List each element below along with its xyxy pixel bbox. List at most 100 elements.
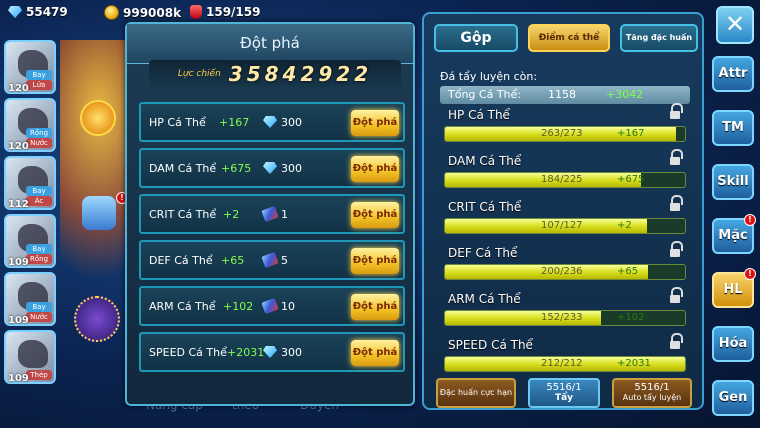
stat-value: 200/236 [541, 266, 583, 277]
tab-transform[interactable]: Hóa [712, 326, 754, 362]
lock-icon[interactable] [670, 149, 683, 166]
wash-count: 5516/1 [546, 382, 582, 393]
cost-value: 300 [281, 346, 302, 359]
gold-value: 999008k [123, 5, 182, 20]
stat-name: SPEED Cá Thể [149, 346, 227, 359]
gem-icon [263, 346, 277, 358]
breakthrough-button[interactable]: Đột phá [351, 294, 399, 320]
stat-name: DEF Cá Thể [149, 254, 213, 267]
stat-name: SPEED Cá Thể [448, 338, 533, 352]
breakthrough-button[interactable]: Đột phá [351, 340, 399, 366]
hero-tag: Bay [26, 70, 52, 80]
hero-level: 120 [8, 83, 29, 94]
wash-label: Tẩy [554, 393, 574, 403]
stat-name: CRIT Cá Thể [149, 208, 217, 221]
stat-name: ARM Cá Thể [448, 292, 521, 306]
stat-bonus: +102 [617, 312, 645, 323]
stat-bonus: +2031 [227, 346, 265, 359]
stat-name: ARM Cá Thể [149, 300, 216, 313]
hero-tag: Nước [26, 312, 52, 322]
cost-value: 1 [281, 208, 288, 221]
tab-special-training[interactable]: Tăng đặc huấn [620, 24, 698, 52]
pet-icon[interactable] [80, 100, 116, 136]
stat-name: DAM Cá Thể [149, 162, 217, 175]
lock-icon[interactable] [670, 103, 683, 120]
auto-wash-button[interactable]: 5516/1 Auto tẩy luyện [612, 378, 692, 408]
lock-icon[interactable] [670, 195, 683, 212]
stat-bonus: +2 [617, 220, 632, 231]
tab-gen[interactable]: Gen [712, 380, 754, 416]
breakthrough-row: DAM Cá Thể +675 300 Đột phá [139, 148, 405, 188]
stat-row: CRIT Cá Thể 107/127 +2 [442, 195, 690, 242]
power-value: 35842922 [228, 62, 373, 86]
special-training-button[interactable]: Đặc huấn cực hạn [436, 378, 516, 408]
stat-name: DEF Cá Thể [448, 246, 518, 260]
hero-card[interactable]: Bay Nước 109 [4, 272, 56, 326]
hero-tag: Rồng [26, 254, 52, 264]
stat-bonus: +167 [617, 128, 645, 139]
hero-level: 112 [8, 199, 29, 210]
combat-power: Lực chiến 35842922 [149, 60, 401, 88]
stat-row: ARM Cá Thể 152/233 +102 [442, 287, 690, 334]
auto-label: Auto tẩy luyện [622, 393, 682, 402]
stat-value: 107/127 [541, 220, 583, 231]
gem-icon [8, 6, 22, 18]
breakthrough-button[interactable]: Đột phá [351, 202, 399, 228]
breakthrough-button[interactable]: Đột phá [351, 248, 399, 274]
hero-card[interactable]: Bay Rồng 109 [4, 214, 56, 268]
gem-wheel-icon[interactable] [74, 296, 120, 342]
hero-tag: Lửa [26, 80, 52, 90]
stat-name: DAM Cá Thể [448, 154, 522, 168]
stat-bar: 200/236 +65 [444, 264, 686, 280]
hero-card[interactable]: Rồng Nước 120 [4, 98, 56, 152]
total-bar: Tổng Cá Thể: 1158 +3042 [440, 86, 690, 104]
lock-icon[interactable] [670, 241, 683, 258]
hero-tag: Thép [26, 370, 52, 380]
cost-value: 300 [281, 162, 302, 175]
hero-level: 120 [8, 141, 29, 152]
cost-value: 300 [281, 116, 302, 129]
breakthrough-panel: Đột phá Lực chiến 35842922 HP Cá Thể +16… [125, 22, 415, 406]
remaining-label: Đá tẩy luyện còn: [440, 70, 538, 83]
wash-button[interactable]: 5516/1 Tẩy [528, 378, 600, 408]
stat-bar: 263/273 +167 [444, 126, 686, 142]
tab-attr[interactable]: Attr [712, 56, 754, 92]
hero-tag: Rồng [26, 128, 52, 138]
hero-card[interactable]: Bay Ác 112 [4, 156, 56, 210]
coin-icon [104, 5, 119, 20]
stat-bar: 184/225 +675 [444, 172, 686, 188]
stat-bonus: +65 [221, 254, 245, 267]
tab-individual-points[interactable]: Điểm cá thể [528, 24, 610, 52]
hero-tag: Nước [26, 138, 52, 148]
stat-bonus: +2031 [617, 358, 651, 369]
breakthrough-row: HP Cá Thể +167 300 Đột phá [139, 102, 405, 142]
stat-name: HP Cá Thể [149, 116, 206, 129]
gem-icon [263, 162, 277, 174]
potion-icon [190, 5, 202, 19]
bag-icon[interactable] [82, 196, 116, 230]
lock-icon[interactable] [670, 287, 683, 304]
close-button[interactable]: ✕ [716, 6, 754, 44]
lock-icon[interactable] [670, 333, 683, 350]
hero-tag: Bay [26, 186, 52, 196]
stat-name: HP Cá Thể [448, 108, 510, 122]
hero-card[interactable]: Bay Lửa 120 [4, 40, 56, 94]
stats-panel: Gộp Điểm cá thể Tăng đặc huấn Đá tẩy luy… [422, 12, 704, 410]
stamina-counter: 159/159 [190, 5, 260, 19]
breakthrough-row: ARM Cá Thể +102 10 Đột phá [139, 286, 405, 326]
stamina-value: 159/159 [206, 5, 261, 19]
stat-row: HP Cá Thể 263/273 +167 [442, 103, 690, 150]
breakthrough-button[interactable]: Đột phá [351, 156, 399, 182]
tab-merge[interactable]: Gộp [434, 24, 518, 52]
stat-bonus: +167 [219, 116, 250, 129]
stat-row: SPEED Cá Thể 212/212 +2031 [442, 333, 690, 380]
hero-level: 109 [8, 315, 29, 326]
total-bonus: +3042 [606, 88, 644, 101]
tab-skill[interactable]: Skill [712, 164, 754, 200]
breakthrough-button[interactable]: Đột phá [351, 110, 399, 136]
tab-tm[interactable]: TM [712, 110, 754, 146]
hero-card[interactable]: Thép 109 [4, 330, 56, 384]
breakthrough-row: SPEED Cá Thể +2031 300 Đột phá [139, 332, 405, 372]
hero-level: 109 [8, 257, 29, 268]
hero-tag: Ác [26, 196, 52, 206]
